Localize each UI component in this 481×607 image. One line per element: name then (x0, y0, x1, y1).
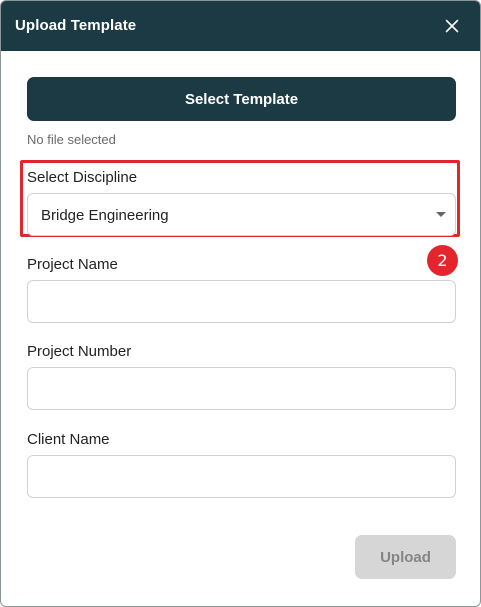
project-number-input[interactable] (27, 367, 456, 410)
close-icon[interactable] (440, 14, 464, 38)
project-number-label: Project Number (27, 343, 132, 360)
step-number-badge: 2 (427, 245, 458, 276)
dialog-header: Upload Template (1, 1, 480, 51)
discipline-select[interactable]: Bridge Engineering (27, 193, 456, 236)
client-name-label: Client Name (27, 431, 110, 448)
dialog-title: Upload Template (15, 17, 137, 34)
project-name-label: Project Name (27, 256, 118, 273)
upload-button[interactable]: Upload (355, 535, 456, 579)
client-name-input[interactable] (27, 455, 456, 498)
select-template-button[interactable]: Select Template (27, 77, 456, 121)
project-name-input[interactable] (27, 280, 456, 323)
discipline-label: Select Discipline (27, 169, 138, 186)
upload-template-dialog: Upload Template Select Template No file … (0, 0, 481, 607)
chevron-down-icon (436, 212, 446, 217)
file-status-text: No file selected (27, 132, 116, 147)
discipline-selected-value: Bridge Engineering (41, 207, 169, 224)
